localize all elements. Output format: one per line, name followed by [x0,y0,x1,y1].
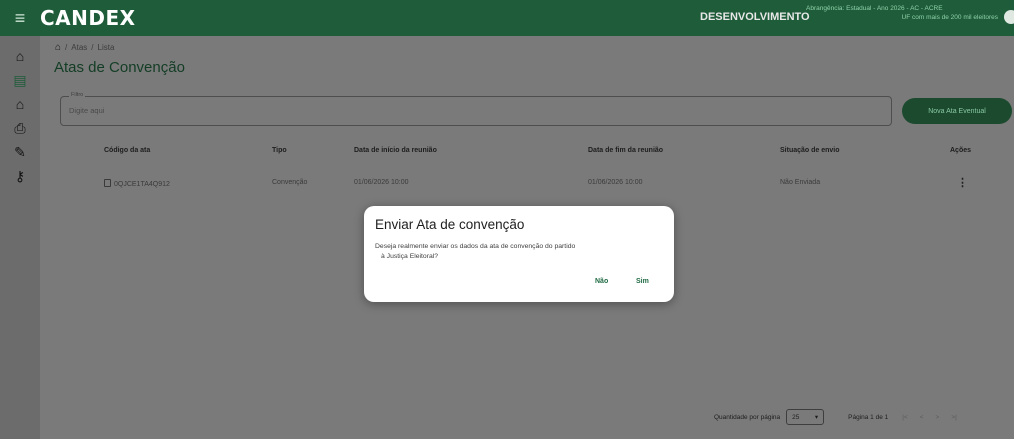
filter-label: Filtro [69,92,86,98]
environment-label: DESENVOLVIMENTO [700,11,810,23]
key-icon[interactable]: ⚷ [0,164,40,188]
dialog-message-line-1: Deseja realmente enviar os dados da ata … [375,243,576,250]
per-page-value: 25 [792,413,800,421]
atas-table: Código da ata Tipo Data de início da reu… [60,141,1012,189]
per-page-select[interactable]: 25 ▾ [786,409,825,425]
column-header-status[interactable]: Situação de envio [780,147,840,154]
last-page-icon[interactable]: >| [951,414,956,421]
institution-icon[interactable]: ⌂ [0,92,40,116]
home-icon[interactable]: ⌂ [0,44,40,68]
dialog-title: Enviar Ata de convenção [375,217,525,232]
document-icon[interactable]: ▤ [0,68,40,92]
copy-icon[interactable] [104,179,111,187]
next-page-icon[interactable]: > [936,414,940,421]
table-header: Código da ata Tipo Data de início da reu… [60,141,1012,163]
breadcrumb-separator: / [91,43,94,52]
code-cell: 0QJCE1TA4Q912 [104,179,170,188]
candex-logo[interactable]: CANDEX [40,6,136,30]
no-button[interactable]: Não [595,278,608,285]
status-cell: Não Enviada [780,179,821,186]
dialog-message-line-2: à Justiça Eleitoral? [381,252,439,260]
scope-line-2: UF com mais de 200 mil eleitores [901,14,998,21]
page-nav: |< < > >| [902,414,957,421]
start-date-cell: 01/06/2026 10:00 [354,179,409,186]
page-title: Atas de Convenção [54,59,185,76]
prev-page-icon[interactable]: < [920,414,924,421]
per-page-label: Quantidade por página [714,413,781,421]
table-row[interactable]: 0QJCE1TA4Q912 Convenção 01/06/2026 10:00… [60,173,1012,195]
column-header-actions: Ações [950,147,972,154]
dialog-message: Deseja realmente enviar os dados da ata … [375,242,645,261]
filter-field: Filtro [60,92,892,126]
confirm-dialog: Enviar Ata de convenção Deseja realmente… [364,206,674,302]
type-cell: Convenção [272,179,308,186]
breadcrumb-atas[interactable]: Atas [71,43,87,52]
column-header-end[interactable]: Data de fim da reunião [588,147,663,154]
yes-button[interactable]: Sim [636,278,649,285]
ata-code: 0QJCE1TA4Q912 [114,181,170,188]
breadcrumb: ⌂ / Atas / Lista [55,42,114,53]
breadcrumb-home-icon[interactable]: ⌂ [55,42,61,53]
new-ata-button[interactable]: Nova Ata Eventual [902,98,1012,124]
account-icon[interactable] [1004,10,1014,24]
column-header-type[interactable]: Tipo [272,147,287,154]
top-app-bar: ≡ CANDEX DESENVOLVIMENTO Abrangência: Es… [0,0,1014,36]
filter-input[interactable] [69,106,769,115]
more-actions-icon[interactable]: ⋮ [957,176,968,189]
printer-icon[interactable]: ⎙ [0,116,40,140]
first-page-icon[interactable]: |< [902,414,907,421]
tools-icon[interactable]: ✎ [0,140,40,164]
scope-info: Abrangência: Estadual - Ano 2026 - AC - … [806,4,998,22]
menu-icon[interactable]: ≡ [0,0,40,36]
sidebar: ⌂ ▤ ⌂ ⎙ ✎ ⚷ [0,36,40,439]
page-info: Página 1 de 1 [848,413,889,421]
chevron-down-icon: ▾ [814,414,819,421]
column-header-start[interactable]: Data de início da reunião [354,147,437,154]
column-header-code[interactable]: Código da ata [104,147,150,154]
scope-line-1: Abrangência: Estadual - Ano 2026 - AC - … [806,5,943,12]
end-date-cell: 01/06/2026 10:00 [588,179,643,186]
breadcrumb-separator: / [65,43,68,52]
pagination: Quantidade por página 25 ▾ Página 1 de 1… [714,409,957,425]
breadcrumb-lista: Lista [97,43,115,52]
